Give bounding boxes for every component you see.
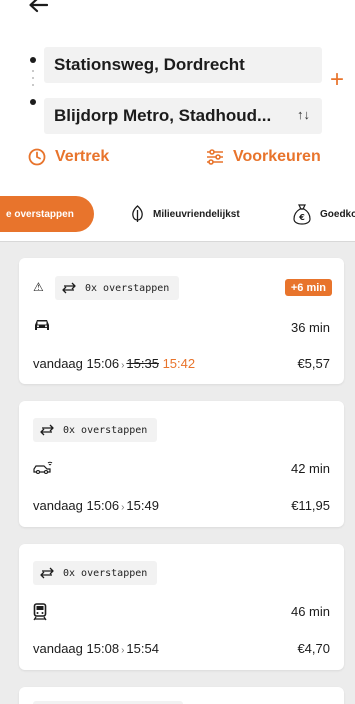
departure-button[interactable]: Vertrek bbox=[28, 148, 109, 166]
filter-chip-label: e overstappen bbox=[6, 208, 74, 220]
planned-arrival-time: 15:35 bbox=[126, 356, 159, 371]
filter-chip-fewest-transfers[interactable]: e overstappen bbox=[0, 196, 94, 232]
time-range: vandaag 15:06 › 15:35 15:42 bbox=[33, 356, 195, 371]
money-bag-icon: € bbox=[293, 204, 311, 225]
transfers-label: 0x overstappen bbox=[63, 567, 148, 579]
filter-chip-cheapest[interactable]: € Goedko bbox=[292, 196, 355, 232]
transfers-label: 0x overstappen bbox=[85, 282, 170, 294]
transfers-tag: 0x overstappen bbox=[33, 418, 158, 442]
train-icon bbox=[33, 603, 47, 626]
origin-field[interactable]: Stationsweg, Dordrecht bbox=[44, 47, 322, 83]
depart-time: 15:08 bbox=[86, 641, 120, 656]
chevron-right-icon: › bbox=[121, 360, 125, 371]
origin-field-value: Stationsweg, Dordrecht bbox=[54, 55, 245, 74]
svg-text:€: € bbox=[298, 213, 305, 222]
chevron-right-icon: › bbox=[121, 645, 125, 656]
time-range: vandaag 15:06 › 15:49 bbox=[33, 498, 159, 513]
preferences-label: Voorkeuren bbox=[233, 148, 321, 165]
day-label: vandaag bbox=[33, 356, 83, 371]
arrival-time: 15:49 bbox=[126, 498, 159, 513]
transfers-tag: 0x overstappen bbox=[55, 276, 180, 300]
back-arrow-icon[interactable] bbox=[26, 0, 50, 16]
preferences-button[interactable]: Voorkeuren bbox=[206, 148, 321, 166]
transfer-arrows-icon bbox=[40, 567, 54, 579]
duration: 36 min bbox=[290, 320, 330, 335]
result-card[interactable]: 0x overstappen 42 min vandaag 15:06 › 15:4… bbox=[19, 401, 344, 527]
actual-arrival-time: 15:42 bbox=[162, 356, 196, 371]
chevron-right-icon: › bbox=[121, 502, 125, 513]
destination-field-value: Blijdorp Metro, Stadhoud... bbox=[54, 106, 272, 125]
route-connector-icon bbox=[32, 70, 34, 91]
leaf-icon bbox=[132, 205, 143, 222]
swap-icon[interactable]: ↑↓ bbox=[297, 107, 310, 122]
origin-dot-icon bbox=[30, 57, 36, 63]
transfer-arrows-icon bbox=[62, 282, 76, 294]
day-label: vandaag bbox=[33, 641, 83, 656]
transfers-label: 0x overstappen bbox=[63, 424, 148, 436]
result-card[interactable]: ⚠ 0x overstappen +6 min 36 min vandaag 1… bbox=[19, 258, 344, 384]
duration: 42 min bbox=[290, 461, 330, 476]
departure-label: Vertrek bbox=[55, 148, 110, 165]
price: €5,57 bbox=[297, 356, 330, 371]
sliders-icon bbox=[207, 149, 223, 165]
destination-dot-icon bbox=[30, 99, 36, 105]
price: €11,95 bbox=[291, 498, 330, 513]
destination-field[interactable]: Blijdorp Metro, Stadhoud... ↑↓ bbox=[44, 98, 322, 134]
clock-icon bbox=[28, 148, 46, 166]
filter-chip-eco[interactable]: Milieuvriendelijkst bbox=[130, 196, 240, 232]
route-header: Stationsweg, Dordrecht Blijdorp Metro, S… bbox=[0, 0, 355, 250]
time-range: vandaag 15:08 › 15:54 bbox=[33, 641, 159, 656]
result-card[interactable] bbox=[19, 687, 344, 704]
filter-chips: e overstappen Milieuvriendelijkst € Goed… bbox=[0, 196, 355, 236]
delay-badge: +6 min bbox=[284, 279, 332, 296]
shared-car-icon bbox=[33, 461, 53, 480]
arrival-time: 15:54 bbox=[126, 641, 159, 656]
result-card[interactable]: 0x overstappen 46 min vandaag 15:08 › 15:5… bbox=[19, 544, 344, 670]
filter-chip-label: Milieuvriendelijkst bbox=[153, 208, 240, 220]
day-label: vandaag bbox=[33, 498, 83, 513]
transfers-tag: 0x overstappen bbox=[33, 561, 158, 585]
filter-chip-label: Goedko bbox=[320, 208, 355, 220]
depart-time: 15:06 bbox=[86, 498, 120, 513]
depart-time: 15:06 bbox=[86, 356, 120, 371]
transfer-arrows-icon bbox=[40, 424, 54, 436]
warning-icon: ⚠ bbox=[33, 280, 44, 294]
price: €4,70 bbox=[297, 641, 330, 656]
add-stop-button[interactable]: + bbox=[330, 68, 344, 92]
car-icon bbox=[33, 318, 51, 337]
duration: 46 min bbox=[290, 604, 330, 619]
